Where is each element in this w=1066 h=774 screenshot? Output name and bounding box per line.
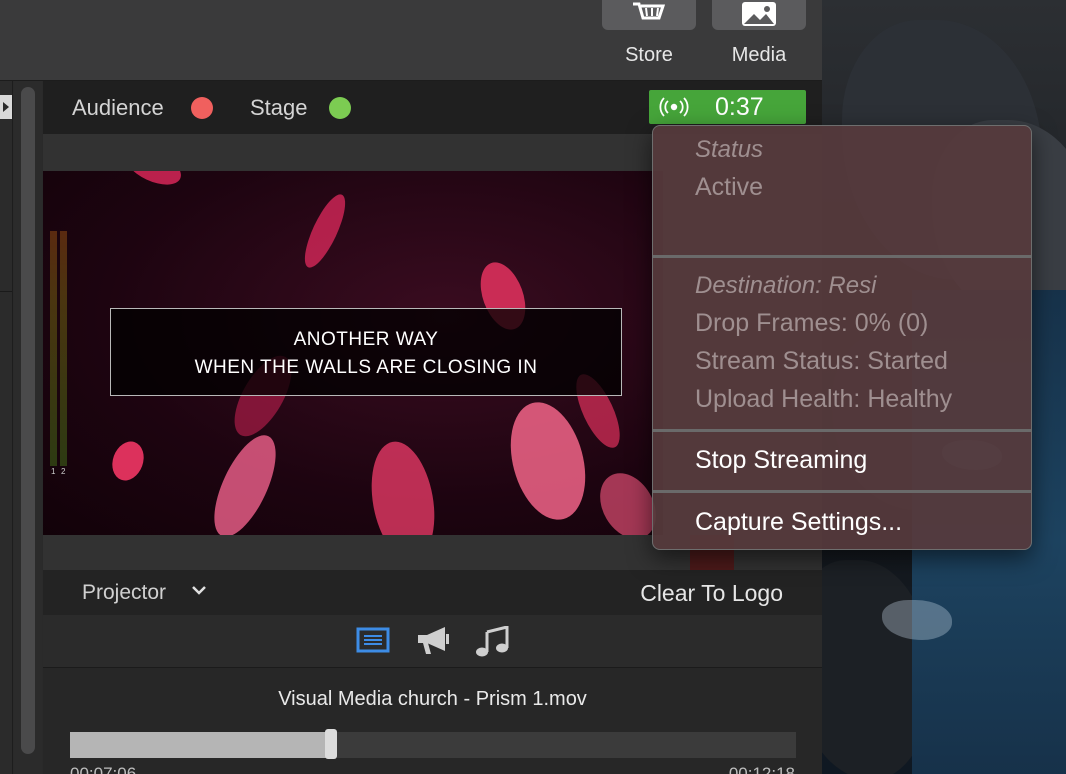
live-stream-button[interactable]: 0:37 xyxy=(649,90,806,124)
slides-icon[interactable] xyxy=(356,626,390,654)
stage-label: Stage xyxy=(250,95,308,120)
broadcast-icon xyxy=(659,97,689,117)
store-button[interactable] xyxy=(602,0,696,30)
scrollbar-thumb[interactable] xyxy=(21,87,35,754)
lyric-line-2: WHEN THE WALLS ARE CLOSING IN xyxy=(194,357,538,378)
audience-label: Audience xyxy=(72,95,164,120)
stage-status-dot[interactable] xyxy=(329,97,351,119)
library-sidebar-edge xyxy=(0,81,13,774)
stop-streaming-menu-item[interactable]: Stop Streaming xyxy=(695,446,867,475)
toolbar: Store Media xyxy=(0,0,822,81)
menu-status-heading: Status xyxy=(695,136,764,163)
lyric-line-1: ANOTHER WAY xyxy=(293,329,439,350)
capture-settings-menu-item[interactable]: Capture Settings... xyxy=(695,508,902,537)
stream-status-menu: Status Active Destination: Resi Drop Fra… xyxy=(652,125,1032,550)
elapsed-time: 00:07:06 xyxy=(70,764,137,774)
megaphone-icon[interactable] xyxy=(415,626,451,656)
menu-stream-status: Stream Status: Started xyxy=(695,347,948,375)
expand-sidebar-arrow-icon[interactable] xyxy=(0,95,12,119)
cart-icon xyxy=(633,2,666,20)
chevron-down-icon[interactable] xyxy=(191,584,207,596)
menu-destination: Destination: Resi xyxy=(695,272,877,299)
lyric-overlay: ANOTHER WAY WHEN THE WALLS ARE CLOSING I… xyxy=(110,308,622,396)
playback-scrubber-handle[interactable] xyxy=(325,729,337,759)
menu-upload-health: Upload Health: Healthy xyxy=(695,385,953,413)
clear-options-row xyxy=(43,615,822,668)
playback-progress xyxy=(70,732,331,758)
live-timer: 0:37 xyxy=(715,93,764,121)
music-note-icon[interactable] xyxy=(475,626,511,658)
projector-dropdown[interactable]: Projector xyxy=(82,581,166,605)
media-button[interactable] xyxy=(712,0,806,30)
clear-to-logo-button[interactable]: Clear To Logo xyxy=(640,580,783,607)
menu-drop-frames: Drop Frames: 0% (0) xyxy=(695,309,929,337)
media-filename: Visual Media church - Prism 1.mov xyxy=(278,688,587,710)
total-time: 00:12:18 xyxy=(728,764,795,774)
video-preview: 1 2 ANOTHER WAY WHEN THE WALLS ARE CLOSI… xyxy=(43,171,663,535)
menu-status-value: Active xyxy=(695,173,764,201)
photo-icon xyxy=(742,2,776,26)
audience-status-dot[interactable] xyxy=(191,97,213,119)
media-info: Visual Media church - Prism 1.mov 00:07:… xyxy=(43,668,822,774)
media-label: Media xyxy=(731,44,787,66)
audio-level-meter: 1 2 xyxy=(49,231,69,476)
store-label: Store xyxy=(625,44,673,66)
screen-selector-row: Projector Clear To Logo xyxy=(43,570,822,615)
